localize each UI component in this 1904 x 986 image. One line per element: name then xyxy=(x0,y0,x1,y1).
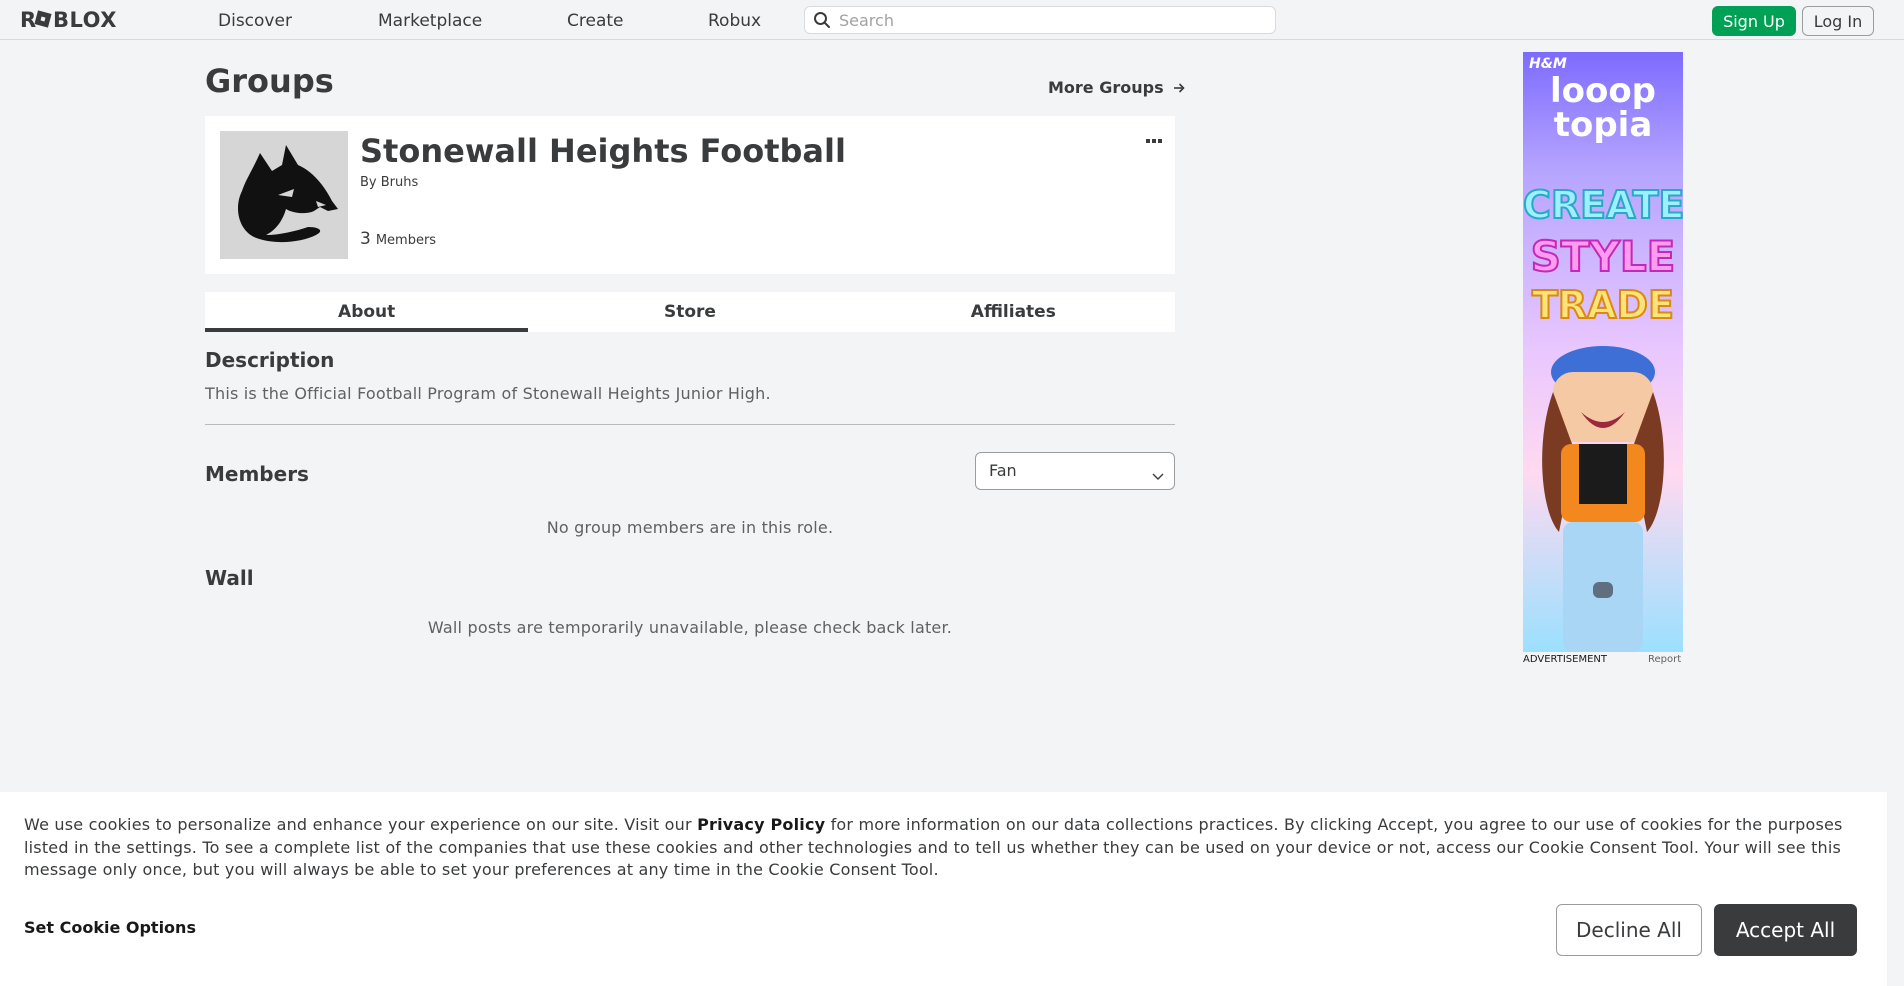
nav-discover[interactable]: Discover xyxy=(218,11,292,31)
more-options-icon[interactable] xyxy=(1145,130,1163,149)
group-description: This is the Official Football Program of… xyxy=(205,384,771,403)
decline-all-button[interactable]: Decline All xyxy=(1556,904,1702,956)
privacy-policy-link[interactable]: Privacy Policy xyxy=(697,815,825,834)
husky-logo-icon xyxy=(220,131,348,259)
nav-create[interactable]: Create xyxy=(567,11,624,31)
owner-prefix: By xyxy=(360,175,377,190)
group-member-count: 3 Members xyxy=(360,229,436,249)
member-count-value: 3 xyxy=(360,229,371,249)
ad-headline-1: looop xyxy=(1549,71,1657,111)
members-heading: Members xyxy=(205,462,309,486)
log-in-button[interactable]: Log In xyxy=(1802,6,1874,36)
group-owner: By Bruhs xyxy=(360,175,418,190)
cookie-consent-banner: We use cookies to personalize and enhanc… xyxy=(0,792,1887,986)
more-groups-link[interactable]: More Groups xyxy=(1048,78,1185,97)
arrow-right-icon xyxy=(1168,78,1186,97)
ad-headline-2: topia xyxy=(1553,105,1653,145)
description-heading: Description xyxy=(205,348,335,372)
ad-brand: H&M xyxy=(1529,56,1567,72)
ad-headline-trade: TRADE xyxy=(1531,283,1675,327)
role-dropdown[interactable]: Fan xyxy=(975,452,1175,490)
tab-store[interactable]: Store xyxy=(528,292,851,332)
tab-about[interactable]: About xyxy=(205,292,529,332)
nav-robux[interactable]: Robux xyxy=(708,11,761,31)
page-scrollbar[interactable] xyxy=(1886,40,1904,792)
ad-avatar-illustration xyxy=(1542,346,1664,652)
cookie-text-before: We use cookies to personalize and enhanc… xyxy=(24,815,698,834)
top-navigation-bar: R BLOX Discover Marketplace Create Robux… xyxy=(0,0,1904,40)
nav-marketplace[interactable]: Marketplace xyxy=(378,11,482,31)
members-empty-message: No group members are in this role. xyxy=(546,518,834,537)
search-box xyxy=(804,6,1276,34)
section-divider xyxy=(205,424,1175,425)
cookie-message: We use cookies to personalize and enhanc… xyxy=(24,814,1854,882)
ad-report-link[interactable]: Report xyxy=(1648,654,1681,665)
chevron-down-icon xyxy=(1152,466,1164,485)
set-cookie-options-link[interactable]: Set Cookie Options xyxy=(24,918,196,937)
accept-all-button[interactable]: Accept All xyxy=(1714,904,1857,956)
group-emblem-image xyxy=(220,131,348,259)
group-name: Stonewall Heights Football xyxy=(360,132,846,170)
owner-link[interactable]: Bruhs xyxy=(381,175,419,190)
advertisement-banner[interactable]: H&M looop topia CREATE STYLE TRADE xyxy=(1523,52,1683,652)
ad-headline-style: STYLE xyxy=(1530,232,1677,281)
group-header-card: Stonewall Heights Football By Bruhs 3 Mem… xyxy=(205,116,1175,274)
wall-empty-message: Wall posts are temporarily unavailable, … xyxy=(427,618,953,637)
wall-heading: Wall xyxy=(205,566,254,590)
ad-headline-create: CREATE xyxy=(1523,183,1683,227)
roblox-logo[interactable]: R BLOX xyxy=(20,8,140,38)
more-groups-label: More Groups xyxy=(1048,78,1164,97)
group-tabs: About Store Affiliates xyxy=(205,292,1175,332)
search-icon[interactable] xyxy=(813,11,831,33)
tab-affiliates[interactable]: Affiliates xyxy=(852,292,1175,332)
sign-up-button[interactable]: Sign Up xyxy=(1712,6,1796,36)
search-input[interactable] xyxy=(839,10,1269,30)
member-count-label: Members xyxy=(375,233,437,248)
roblox-logo-icon: R BLOX xyxy=(20,8,117,32)
svg-text:R: R xyxy=(20,8,37,32)
svg-text:BLOX: BLOX xyxy=(53,8,117,32)
advertisement-label: ADVERTISEMENT xyxy=(1523,654,1608,665)
role-dropdown-value: Fan xyxy=(989,461,1017,480)
page-title: Groups xyxy=(205,62,334,100)
